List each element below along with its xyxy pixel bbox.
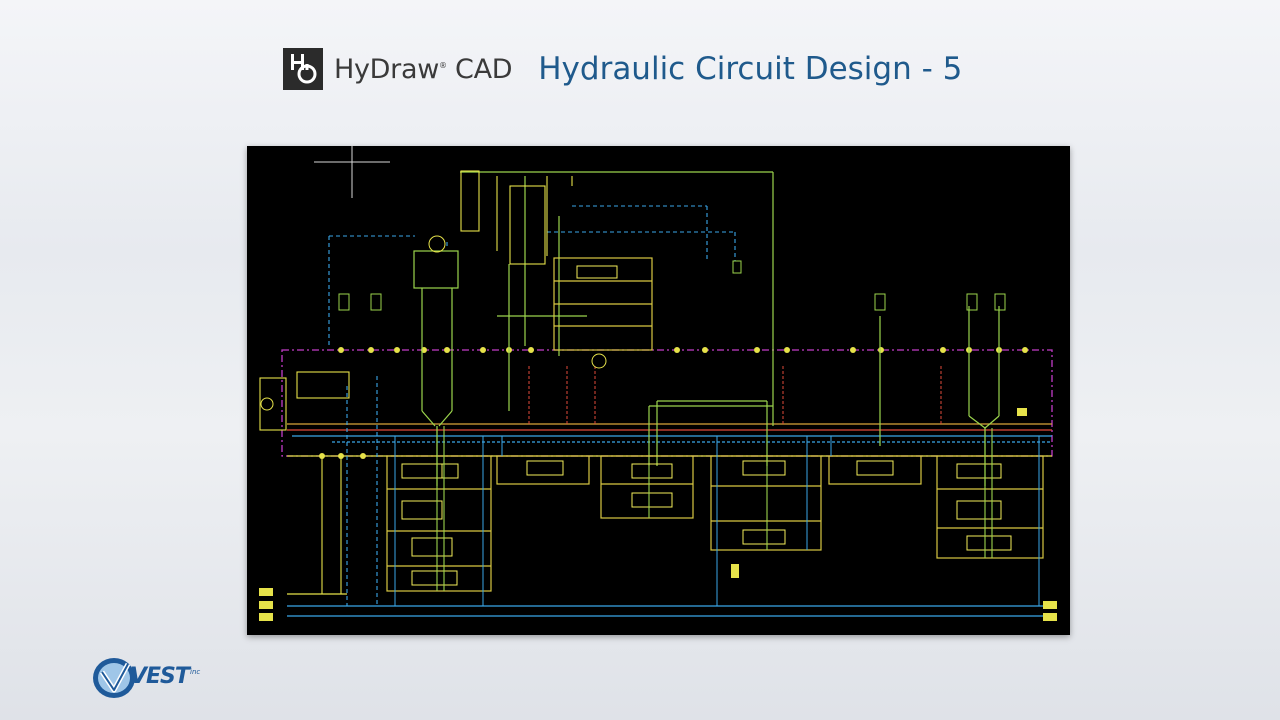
cad-drawing-canvas[interactable] — [247, 146, 1070, 635]
page-title: Hydraulic Circuit Design - 5 — [538, 51, 963, 87]
hydraw-logo-icon — [283, 48, 323, 90]
brand-name: HyDraw® CAD — [334, 53, 513, 85]
header: HyDraw® CAD Hydraulic Circuit Design - 5 — [283, 46, 962, 92]
vest-logo: VEST inc — [92, 656, 207, 701]
hydraulic-schematic — [259, 146, 1057, 621]
vest-wordmark: VEST — [130, 664, 190, 689]
crosshair-cursor-icon — [314, 146, 390, 198]
vest-wordmark-suffix: inc — [190, 668, 201, 676]
